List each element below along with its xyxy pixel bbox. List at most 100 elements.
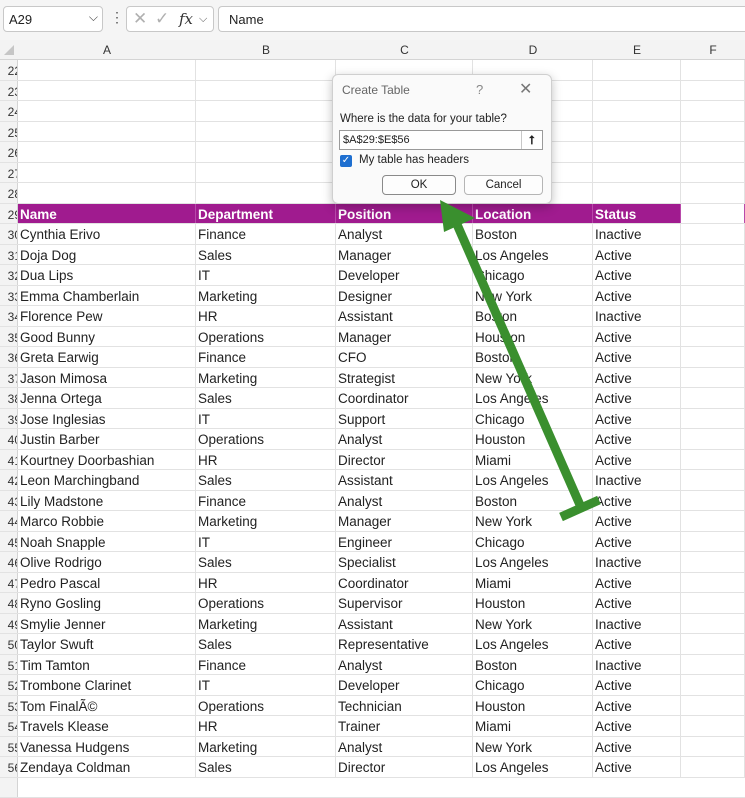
cell[interactable]: Leon Marchingband	[18, 470, 196, 490]
cell[interactable]	[681, 675, 745, 695]
cell[interactable]	[681, 737, 745, 757]
cell[interactable]: Active	[593, 696, 681, 716]
cell[interactable]	[681, 634, 745, 654]
cell[interactable]	[681, 265, 745, 285]
cell[interactable]: Los Angeles	[473, 388, 593, 408]
select-all-corner[interactable]	[4, 45, 14, 55]
cell[interactable]: Justin Barber	[18, 429, 196, 449]
cell[interactable]: Active	[593, 409, 681, 429]
cell[interactable]: Tim Tamton	[18, 655, 196, 675]
cell[interactable]: Active	[593, 265, 681, 285]
row-number[interactable]: 54	[0, 716, 18, 736]
cell[interactable]: Sales	[196, 245, 336, 265]
collapse-dialog-icon[interactable]: ⭡	[521, 131, 542, 149]
row-number[interactable]: 40	[0, 429, 18, 449]
row-number[interactable]: 51	[0, 655, 18, 675]
cell[interactable]: Active	[593, 716, 681, 736]
cell[interactable]: Analyst	[336, 429, 473, 449]
cell[interactable]: Boston	[473, 347, 593, 367]
cell[interactable]: Name	[18, 204, 196, 224]
help-icon[interactable]: ?	[476, 82, 483, 97]
cell[interactable]: Doja Dog	[18, 245, 196, 265]
cell[interactable]: New York	[473, 286, 593, 306]
column-header-b[interactable]: B	[196, 43, 336, 57]
cell[interactable]: Analyst	[336, 655, 473, 675]
cell[interactable]: Marco Robbie	[18, 511, 196, 531]
function-menu-chevron-icon[interactable]: ⌵	[199, 13, 207, 26]
cell[interactable]: Boston	[473, 491, 593, 511]
row-number[interactable]: 39	[0, 409, 18, 429]
row-number[interactable]	[0, 778, 18, 798]
cell[interactable]	[681, 306, 745, 326]
cell[interactable]	[18, 122, 196, 142]
cell[interactable]: Support	[336, 409, 473, 429]
cell[interactable]: Ryno Gosling	[18, 593, 196, 613]
cell[interactable]: Jason Mimosa	[18, 368, 196, 388]
cell[interactable]: Emma Chamberlain	[18, 286, 196, 306]
cell[interactable]: Coordinator	[336, 388, 473, 408]
cell[interactable]: Chicago	[473, 675, 593, 695]
cell[interactable]: Olive Rodrigo	[18, 552, 196, 572]
cell[interactable]: Department	[196, 204, 336, 224]
cell[interactable]	[681, 101, 745, 121]
cell[interactable]: IT	[196, 532, 336, 552]
cell[interactable]: Manager	[336, 327, 473, 347]
cell[interactable]: Boston	[473, 655, 593, 675]
cell[interactable]	[593, 101, 681, 121]
cell[interactable]	[681, 142, 745, 162]
cell[interactable]: Engineer	[336, 532, 473, 552]
cell[interactable]: Chicago	[473, 265, 593, 285]
cell[interactable]: IT	[196, 675, 336, 695]
cell[interactable]: Supervisor	[336, 593, 473, 613]
cell[interactable]: Active	[593, 429, 681, 449]
cell[interactable]: Operations	[196, 696, 336, 716]
cell[interactable]	[681, 204, 745, 224]
row-number[interactable]: 23	[0, 81, 18, 101]
cell[interactable]	[593, 183, 681, 203]
row-number[interactable]: 43	[0, 491, 18, 511]
cancel-button[interactable]: Cancel	[464, 175, 543, 195]
cell[interactable]	[18, 101, 196, 121]
column-header-a[interactable]: A	[18, 43, 196, 57]
cell[interactable]	[681, 532, 745, 552]
cell[interactable]	[593, 122, 681, 142]
cell[interactable]: Sales	[196, 388, 336, 408]
cell[interactable]: Cynthia Erivo	[18, 224, 196, 244]
cell[interactable]: New York	[473, 368, 593, 388]
cell[interactable]	[593, 163, 681, 183]
cell[interactable]: Active	[593, 532, 681, 552]
cell[interactable]	[681, 224, 745, 244]
cell[interactable]: New York	[473, 511, 593, 531]
cell[interactable]: Jenna Ortega	[18, 388, 196, 408]
range-input[interactable]: $A$29:$E$56 ⭡	[339, 130, 543, 150]
headers-checkbox[interactable]: ✓	[340, 155, 352, 167]
cell[interactable]: Inactive	[593, 552, 681, 572]
cell[interactable]: Sales	[196, 634, 336, 654]
cell[interactable]: Inactive	[593, 224, 681, 244]
more-options-icon[interactable]: ⋮	[110, 9, 124, 26]
cell[interactable]: Analyst	[336, 224, 473, 244]
cell[interactable]: Active	[593, 286, 681, 306]
cell[interactable]: Los Angeles	[473, 757, 593, 777]
cell[interactable]: Kourtney Doorbashian	[18, 450, 196, 470]
row-number[interactable]: 25	[0, 122, 18, 142]
row-number[interactable]: 48	[0, 593, 18, 613]
cell[interactable]: Assistant	[336, 306, 473, 326]
cell[interactable]: Active	[593, 450, 681, 470]
cell[interactable]: Los Angeles	[473, 245, 593, 265]
row-number[interactable]: 53	[0, 696, 18, 716]
cell[interactable]: Trombone Clarinet	[18, 675, 196, 695]
cell[interactable]: Developer	[336, 675, 473, 695]
cell[interactable]: Operations	[196, 327, 336, 347]
cell[interactable]: Noah Snapple	[18, 532, 196, 552]
cell[interactable]: New York	[473, 737, 593, 757]
ok-button[interactable]: OK	[382, 175, 456, 195]
cell[interactable]	[18, 142, 196, 162]
cell[interactable]: HR	[196, 306, 336, 326]
cell[interactable]: Lily Madstone	[18, 491, 196, 511]
row-number[interactable]: 44	[0, 511, 18, 531]
cell[interactable]	[681, 286, 745, 306]
cell[interactable]	[593, 142, 681, 162]
row-number[interactable]: 32	[0, 265, 18, 285]
row-number[interactable]: 45	[0, 532, 18, 552]
